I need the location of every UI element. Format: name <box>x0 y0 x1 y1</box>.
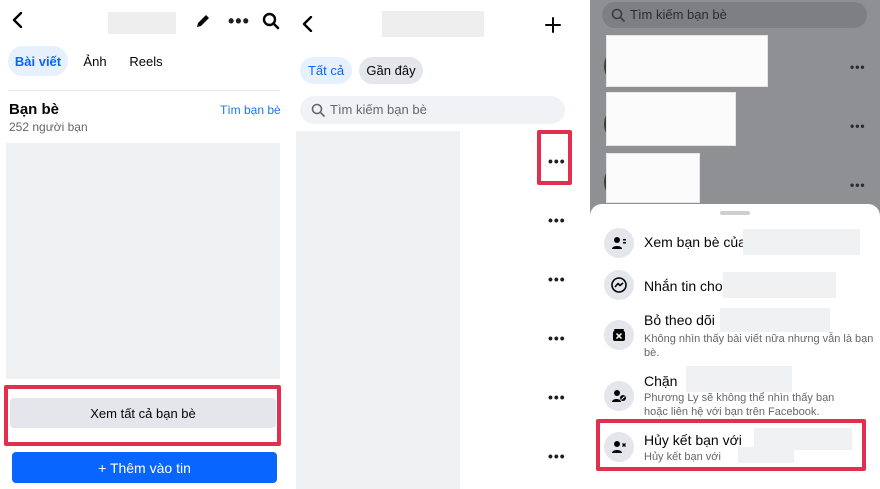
highlight-options <box>537 130 572 185</box>
unfollow-description: Không nhìn thấy bài viết nữa nhưng vẫn l… <box>644 333 874 359</box>
friends-list-redacted <box>296 131 460 489</box>
block-icon <box>604 381 634 411</box>
more-icon[interactable]: ••• <box>228 12 250 30</box>
name-redacted <box>723 272 836 298</box>
friend-name-redacted <box>606 35 768 87</box>
friend-name-redacted <box>606 153 700 203</box>
filter-recent[interactable]: Gần đây <box>359 57 423 84</box>
back-icon[interactable] <box>298 14 318 34</box>
friends-grid-redacted <box>6 143 280 379</box>
friend-options-icon[interactable]: ••• <box>548 449 566 463</box>
unfollow-icon <box>604 320 634 350</box>
friend-options-icon[interactable]: ••• <box>548 272 566 286</box>
search-icon <box>310 102 326 118</box>
friend-options-icon[interactable]: ••• <box>850 179 866 191</box>
name-redacted <box>686 366 792 392</box>
search-bar[interactable]: Tìm kiếm bạn bè <box>300 96 565 124</box>
friend-options-icon[interactable]: ••• <box>850 61 866 73</box>
search-placeholder: Tìm kiếm bạn bè <box>330 102 427 117</box>
unfollow-option[interactable]: Bỏ theo dõi <box>644 312 715 328</box>
friends-icon <box>604 228 634 258</box>
highlight-unfriend <box>596 419 866 471</box>
name-redacted <box>743 229 860 255</box>
drag-handle[interactable] <box>720 211 750 215</box>
highlight-see-all <box>4 385 281 446</box>
block-option[interactable]: Chặn <box>644 373 677 389</box>
block-description: Phương Ly sẽ không thể nhìn thấy bạn hoặ… <box>644 392 835 418</box>
friend-options-icon[interactable]: ••• <box>548 331 566 345</box>
add-to-story-button[interactable]: + Thêm vào tin <box>12 452 277 483</box>
friends-count: 252 người bạn <box>9 120 88 134</box>
messenger-icon <box>604 270 634 300</box>
search-placeholder: Tìm kiếm bạn bè <box>630 7 727 22</box>
options-sheet-panel: Tìm kiếm bạn bè ••• ••• ••• Xem bạn bè c… <box>590 0 880 489</box>
bottom-sheet: Xem bạn bè của Nhắn tin cho Bỏ theo dõi … <box>590 204 880 489</box>
search-icon[interactable] <box>260 10 282 32</box>
filter-all[interactable]: Tất cả <box>300 57 352 84</box>
profile-name-redacted <box>108 12 176 34</box>
friend-options-icon[interactable]: ••• <box>850 120 866 132</box>
friends-title: Bạn bè <box>9 101 60 118</box>
add-icon[interactable] <box>542 14 564 36</box>
find-friends-link[interactable]: Tìm bạn bè <box>220 103 281 117</box>
page-title-redacted <box>382 11 484 37</box>
friend-name-redacted <box>606 92 736 146</box>
search-bar-dimmed: Tìm kiếm bạn bè <box>602 2 867 28</box>
divider <box>8 90 280 91</box>
back-icon[interactable] <box>8 10 28 30</box>
friend-options-icon[interactable]: ••• <box>548 213 566 227</box>
friend-options-icon[interactable]: ••• <box>548 390 566 404</box>
edit-icon[interactable] <box>192 10 214 32</box>
tab-posts[interactable]: Bài viết <box>8 46 68 76</box>
tab-photos[interactable]: Ảnh <box>78 46 112 76</box>
friends-list-panel: Tất cả Gần đây Tìm kiếm bạn bè ••• ••• •… <box>290 0 590 489</box>
profile-panel: ••• Bài viết Ảnh Reels Bạn bè 252 người … <box>0 0 290 489</box>
see-friends-option[interactable]: Xem bạn bè của <box>644 234 746 250</box>
name-redacted <box>720 308 830 332</box>
message-option[interactable]: Nhắn tin cho <box>644 278 723 294</box>
tab-reels[interactable]: Reels <box>124 46 168 76</box>
search-icon <box>610 7 626 23</box>
